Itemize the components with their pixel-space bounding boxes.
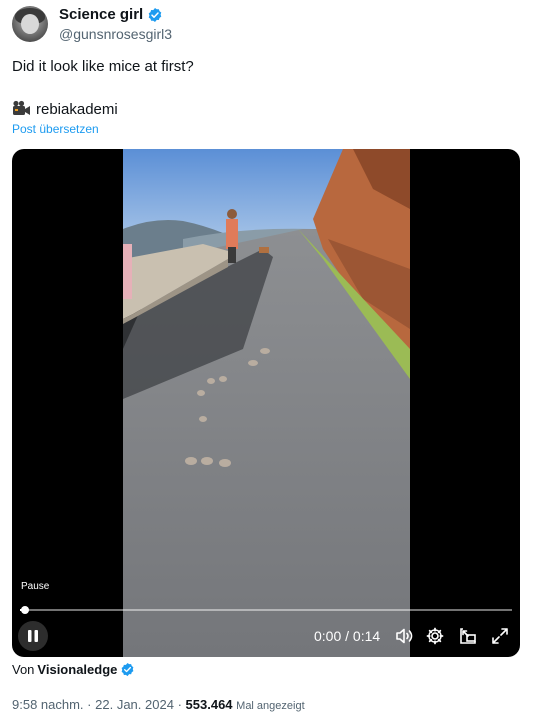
meta-separator: · <box>177 697 182 712</box>
pause-icon <box>28 630 38 642</box>
settings-gear-icon[interactable] <box>425 626 445 646</box>
source-credit: rebiakademi <box>12 100 118 118</box>
verified-badge-icon <box>148 7 162 22</box>
progress-bar[interactable] <box>20 606 512 614</box>
attribution-name[interactable]: Visionaledge <box>37 662 117 677</box>
dock-player-icon[interactable] <box>458 626 478 646</box>
video-attribution: Von Visionaledge <box>12 662 135 677</box>
tweet-text: Did it look like mice at first? <box>12 58 194 75</box>
video-time: 0:00 / 0:14 <box>314 628 381 644</box>
video-player[interactable]: Pause 0:00 / 0:14 <box>12 149 520 657</box>
view-count: 553.464 <box>185 697 233 712</box>
pause-button[interactable] <box>18 621 48 651</box>
attribution-prefix: Von <box>12 662 35 677</box>
video-frame <box>123 149 410 657</box>
view-count-label: Mal angezeigt <box>236 700 305 712</box>
avatar-face <box>21 14 39 34</box>
pause-tooltip: Pause <box>21 581 50 592</box>
author-display-name[interactable]: Science girl <box>59 6 143 23</box>
meta-separator: · <box>87 697 92 712</box>
verified-badge-icon <box>122 662 134 677</box>
source-name: rebiakademi <box>36 100 118 118</box>
tweet-meta: 9:58 nachm. · 22. Jan. 2024 · 553.464 Ma… <box>12 697 305 712</box>
author-name-row: Science girl <box>59 6 163 23</box>
video-camera-icon <box>13 100 30 115</box>
post-date[interactable]: 22. Jan. 2024 <box>95 697 174 712</box>
progress-scrubber[interactable] <box>20 606 29 614</box>
fullscreen-icon[interactable] <box>490 626 510 646</box>
translate-post-link[interactable]: Post übersetzen <box>12 122 99 136</box>
post-time[interactable]: 9:58 nachm. <box>12 697 84 712</box>
author-avatar[interactable] <box>12 6 48 42</box>
volume-icon[interactable] <box>394 626 414 646</box>
author-handle[interactable]: @gunsnrosesgirl3 <box>59 26 172 42</box>
